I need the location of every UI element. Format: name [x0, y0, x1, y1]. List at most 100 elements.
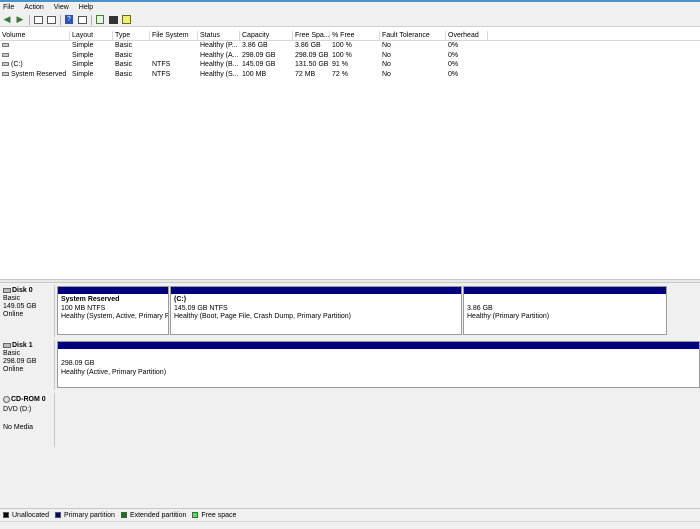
- menu-bar: File Action View Help: [0, 2, 700, 13]
- column-header-fault-tolerance[interactable]: Fault Tolerance: [380, 31, 446, 40]
- refresh-button[interactable]: [95, 15, 105, 25]
- cdrom-0-row: CD-ROM 0 DVD (D:) No Media: [0, 393, 700, 447]
- menu-help[interactable]: Help: [79, 4, 93, 11]
- cell-layout: Simple: [72, 42, 94, 49]
- properties-button[interactable]: [46, 15, 56, 25]
- cdrom-0-info[interactable]: CD-ROM 0 DVD (D:) No Media: [0, 393, 55, 447]
- back-arrow-icon[interactable]: ◀: [2, 14, 12, 25]
- cell-status: Healthy (B...: [200, 61, 239, 68]
- menu-file[interactable]: File: [3, 4, 14, 11]
- status-bar: [0, 521, 700, 529]
- toolbar-separator: [91, 14, 92, 25]
- primary-partition-bar: [464, 287, 666, 294]
- cell-fault-tolerance: No: [382, 51, 391, 59]
- table-row[interactable]: Simple Basic Healthy (A... 298.09 GB 298…: [0, 51, 700, 61]
- legend-swatch: [120, 512, 127, 518]
- partition-label: (C:): [174, 296, 187, 303]
- rescan-disks-button[interactable]: [108, 15, 118, 25]
- table-row[interactable]: System Reserved Simple Basic NTFS Health…: [0, 70, 700, 80]
- cell-overhead: 0%: [448, 70, 459, 78]
- disk-1-size: 298.09 GB: [3, 358, 37, 365]
- partition-c-drive[interactable]: (C:) 145.09 GB NTFS Healthy (Boot, Page …: [170, 286, 462, 335]
- volume-list: Volume Layout Type File System Status Ca…: [0, 31, 700, 279]
- cell-percent-free: 72 %: [332, 70, 348, 78]
- console-tree-icon: [33, 15, 43, 24]
- cell-type: Basic: [115, 70, 133, 78]
- primary-partition-bar: [171, 287, 461, 294]
- cell-layout: Simple: [72, 70, 94, 78]
- cell-type: Basic: [115, 61, 133, 68]
- disk-1-type: Basic: [3, 350, 21, 357]
- help-button[interactable]: ?: [64, 15, 74, 25]
- toolbar: ◀ ▶ ?: [0, 13, 700, 27]
- legend-extended: Extended partition: [120, 511, 187, 519]
- cell-percent-free: 100 %: [332, 51, 352, 59]
- column-header-free-space[interactable]: Free Spa...: [293, 31, 330, 40]
- show-action-pane-button[interactable]: [77, 15, 87, 25]
- cell-percent-free: 100 %: [332, 42, 352, 49]
- partition-size: 100 MB NTFS: [61, 304, 106, 312]
- partition-size: 298.09 GB: [61, 360, 95, 367]
- column-header-file-system[interactable]: File System: [150, 31, 198, 40]
- legend-swatch: [3, 512, 9, 518]
- cell-overhead: 0%: [448, 42, 459, 49]
- cell-status: Healthy (A...: [200, 51, 239, 59]
- cell-fault-tolerance: No: [382, 70, 391, 78]
- volume-icon: [2, 52, 9, 57]
- column-header-status[interactable]: Status: [198, 31, 240, 40]
- column-header-type[interactable]: Type: [113, 31, 150, 40]
- disk-0-state: Online: [3, 311, 24, 318]
- cell-status: Healthy (S...: [200, 70, 239, 78]
- action-pane-icon: [77, 15, 87, 24]
- column-header-percent-free[interactable]: % Free: [330, 31, 380, 40]
- cell-fault-tolerance: No: [382, 42, 391, 49]
- legend-label: Primary partition: [63, 511, 115, 519]
- disk-1-state: Online: [3, 366, 24, 373]
- menu-action[interactable]: Action: [24, 4, 43, 11]
- properties-icon: [46, 15, 56, 24]
- legend-unallocated: Unallocated: [3, 512, 49, 519]
- partition-label: System Reserved: [61, 296, 120, 303]
- column-header-layout[interactable]: Layout: [70, 31, 113, 40]
- hard-disk-icon: [3, 342, 11, 348]
- table-row[interactable]: Simple Basic Healthy (P... 3.86 GB 3.86 …: [0, 41, 700, 51]
- partition-disk1-primary[interactable]: 298.09 GB Healthy (Active, Primary Parti…: [57, 341, 700, 388]
- column-header-volume[interactable]: Volume: [0, 31, 70, 40]
- cell-layout: Simple: [72, 51, 94, 59]
- forward-arrow-icon[interactable]: ▶: [15, 14, 25, 25]
- disk-0-size: 149.05 GB: [3, 303, 37, 310]
- disk-0-row: Disk 0 Basic 149.05 GB Online System Res…: [0, 285, 700, 337]
- column-header-capacity[interactable]: Capacity: [240, 31, 293, 40]
- legend-swatch: [192, 512, 199, 518]
- volume-icon: [2, 43, 9, 48]
- legend-free-space: Free space: [192, 512, 236, 519]
- partition-unlabeled[interactable]: 3.86 GB Healthy (Primary Partition): [463, 286, 667, 335]
- toolbar-separator: [29, 14, 30, 25]
- cell-fault-tolerance: No: [382, 61, 391, 68]
- table-row[interactable]: (C:) Simple Basic NTFS Healthy (B... 145…: [0, 60, 700, 70]
- cell-overhead: 0%: [448, 51, 459, 59]
- cell-layout: Simple: [72, 61, 94, 68]
- cell-free-space: 131.50 GB: [295, 61, 329, 68]
- cell-file-system: NTFS: [152, 70, 171, 78]
- menu-view[interactable]: View: [54, 4, 69, 11]
- partition-status: Healthy (Active, Primary Partition): [61, 368, 167, 376]
- cell-volume: System Reserved: [11, 70, 67, 78]
- partition-status: Healthy (System, Active, Primary Pa: [61, 313, 168, 320]
- check-button[interactable]: [121, 15, 131, 25]
- disk-0-info[interactable]: Disk 0 Basic 149.05 GB Online: [0, 285, 55, 337]
- cell-overhead: 0%: [448, 61, 459, 68]
- cdrom-0-type: DVD (D:): [3, 406, 32, 413]
- legend-label: Extended partition: [129, 511, 187, 519]
- column-header-overhead[interactable]: Overhead: [446, 31, 488, 40]
- show-hide-console-tree-button[interactable]: [33, 15, 43, 25]
- disk-1-info[interactable]: Disk 1 Basic 298.09 GB Online: [0, 340, 55, 390]
- legend-swatch: [54, 512, 61, 518]
- partition-system-reserved[interactable]: System Reserved 100 MB NTFS Healthy (Sys…: [57, 286, 169, 335]
- hard-disk-icon: [3, 287, 11, 293]
- cell-free-space: 72 MB: [295, 70, 316, 78]
- disk-0-type: Basic: [3, 295, 21, 302]
- partition-size: 145.09 GB NTFS: [174, 304, 228, 312]
- cell-type: Basic: [115, 42, 133, 49]
- disk-1-name: Disk 1: [12, 342, 33, 349]
